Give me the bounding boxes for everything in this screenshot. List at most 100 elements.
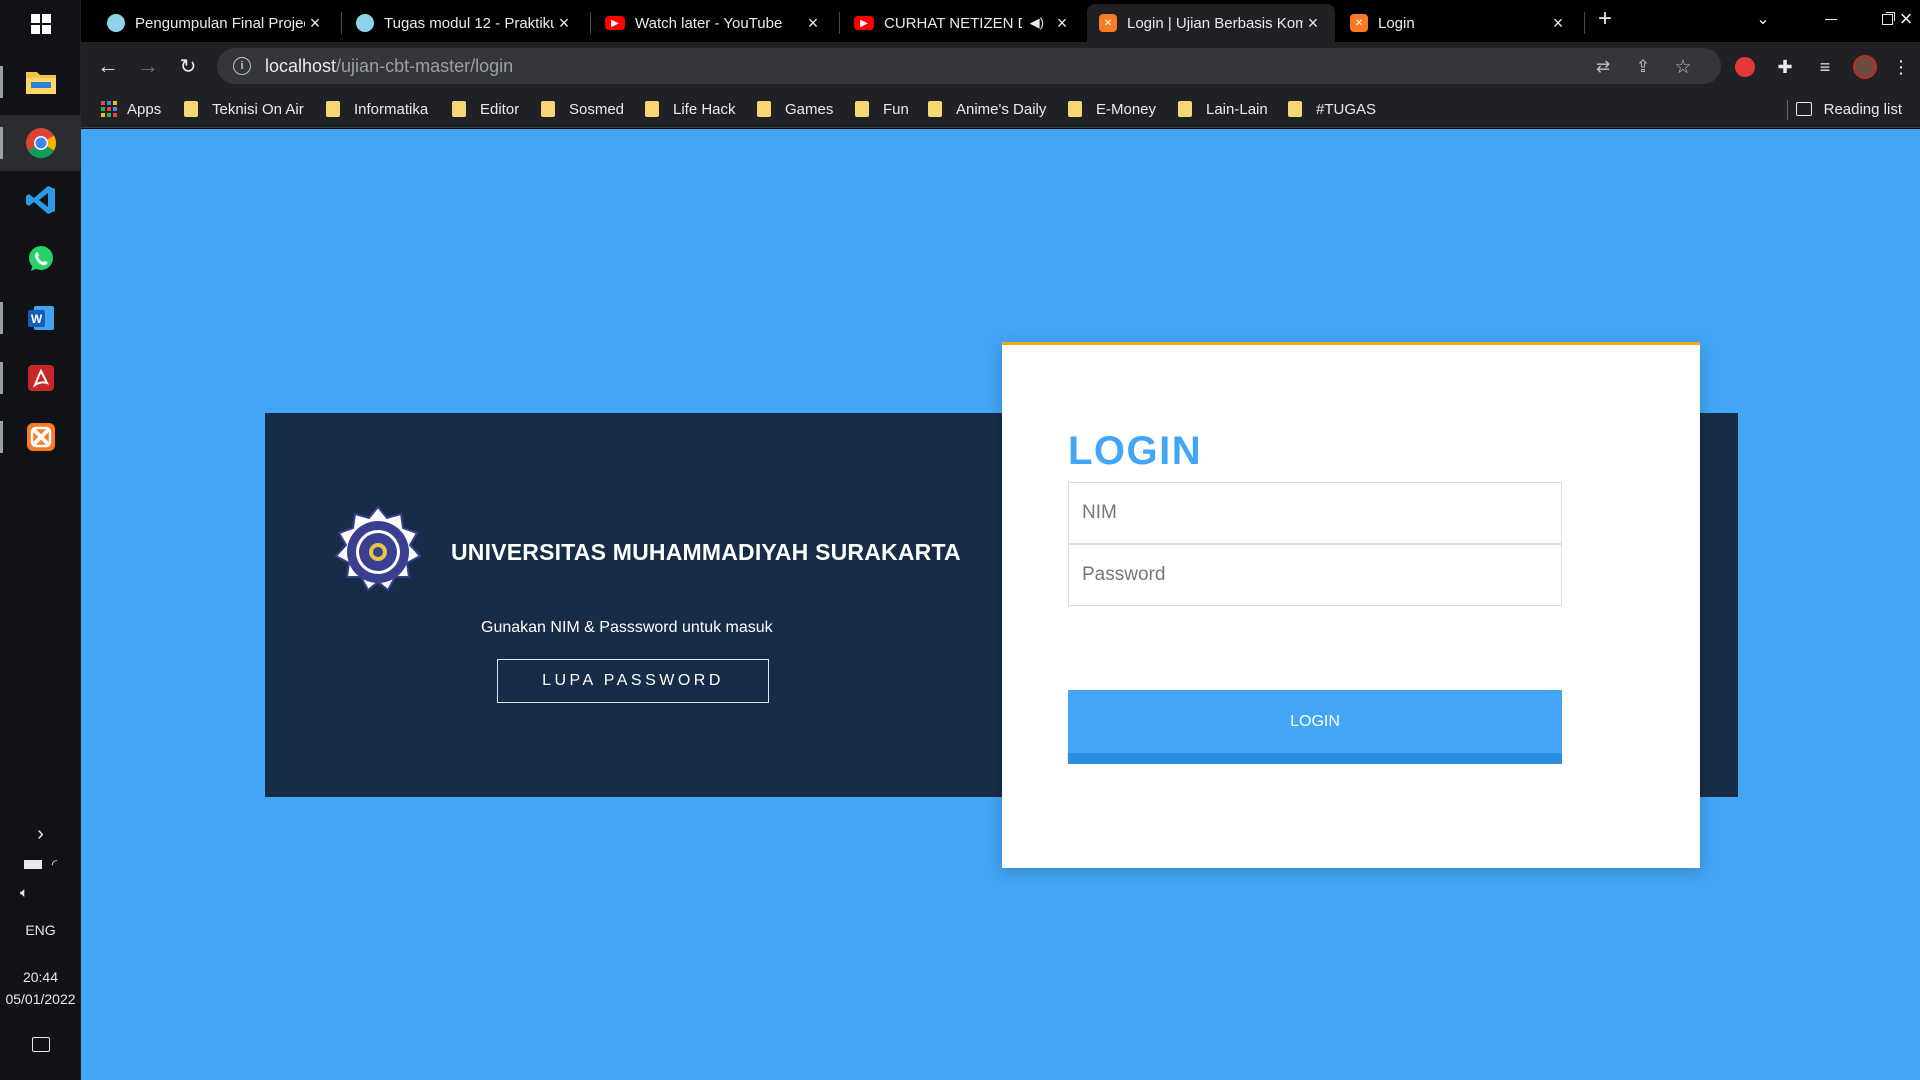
password-input[interactable]: [1068, 544, 1562, 606]
taskbar-file-explorer[interactable]: [0, 54, 81, 110]
close-icon[interactable]: ×: [803, 13, 823, 34]
forward-button[interactable]: →: [132, 50, 164, 82]
notification-icon: [31, 1036, 50, 1052]
tab-title: Pengumpulan Final Projec: [135, 14, 305, 32]
minimize-button[interactable]: [1803, 0, 1859, 38]
wifi-icon: ◜: [51, 855, 58, 872]
taskbar-acrobat[interactable]: [0, 350, 81, 406]
login-submit-button[interactable]: LOGIN: [1068, 690, 1562, 764]
bookmark-label: E-Money: [1096, 100, 1157, 118]
tab-title: Tugas modul 12 - Praktiku: [384, 14, 554, 32]
bookmark-folder-life-hack[interactable]: Life Hack: [645, 96, 736, 122]
tab-curhat-netizen[interactable]: ▶ CURHAT NETIZEN DI ◀) ×: [842, 4, 1084, 42]
bookmark-label: Teknisi On Air: [212, 100, 304, 118]
bookmark-folder-games[interactable]: Games: [757, 96, 833, 122]
reload-button[interactable]: ↻: [172, 50, 204, 82]
show-hidden-icons-button[interactable]: ›: [0, 820, 81, 848]
bookmark-star-button[interactable]: ☆: [1672, 56, 1694, 78]
extensions-button[interactable]: ✚: [1773, 55, 1797, 79]
bookmark-folder-lain-lain[interactable]: Lain-Lain: [1178, 96, 1268, 122]
tab-title: Login: [1378, 14, 1415, 32]
bookmarks-divider: [1787, 100, 1788, 120]
bookmark-folder-sosmed[interactable]: Sosmed: [541, 96, 624, 122]
media-controls-button[interactable]: ≡: [1813, 55, 1837, 79]
minimize-icon: [1825, 18, 1837, 20]
close-icon[interactable]: ×: [1052, 13, 1072, 34]
folder-icon: [184, 101, 198, 117]
bookmark-folder-e-money[interactable]: E-Money: [1068, 96, 1156, 122]
tab-watch-later[interactable]: ▶ Watch later - YouTube ×: [593, 4, 835, 42]
login-card: LOGIN LOGIN: [1002, 342, 1700, 868]
tab-separator: [839, 12, 840, 34]
chevron-right-icon: ›: [37, 822, 44, 845]
tab-title: Watch later - YouTube: [635, 14, 783, 32]
youtube-icon: ▶: [605, 16, 625, 30]
reading-list-icon: [1795, 102, 1812, 116]
tab-search-button[interactable]: ⌄: [1743, 0, 1783, 38]
taskbar-vscode[interactable]: [0, 172, 81, 228]
reading-list-button[interactable]: Reading list: [1795, 96, 1902, 122]
bookmark-folder-teknisi-on-air[interactable]: Teknisi On Air: [184, 96, 304, 122]
whatsapp-icon: [28, 246, 53, 271]
word-icon: W: [27, 306, 54, 330]
bookmark-folder-editor[interactable]: Editor: [452, 96, 519, 122]
share-button[interactable]: ⇪: [1632, 56, 1654, 78]
forgot-password-button[interactable]: LUPA PASSWORD: [497, 659, 769, 703]
bookmarks-bar: Apps Teknisi On Air Informatika Editor S…: [81, 90, 1920, 128]
site-info-icon[interactable]: i: [233, 57, 251, 75]
more-vert-icon: ⋮: [1892, 56, 1910, 77]
close-icon[interactable]: ×: [305, 13, 325, 34]
bookmark-folder-animes-daily[interactable]: Anime's Daily: [928, 96, 1046, 122]
nim-input[interactable]: [1068, 482, 1562, 544]
star-icon: ☆: [1674, 56, 1692, 78]
back-button[interactable]: ←: [92, 50, 124, 82]
close-icon[interactable]: ×: [1303, 13, 1323, 34]
bookmark-label: Sosmed: [569, 100, 625, 118]
bookmark-label: Games: [785, 100, 834, 118]
page-content: UNIVERSITAS MUHAMMADIYAH SURAKARTA Gunak…: [81, 129, 1920, 1080]
tab-pengumpulan[interactable]: Pengumpulan Final Projec ×: [95, 4, 337, 42]
new-tab-button[interactable]: +: [1585, 0, 1625, 38]
bookmark-folder-informatika[interactable]: Informatika: [326, 96, 428, 122]
taskbar-word[interactable]: W: [0, 290, 81, 346]
windows-logo-icon: [30, 14, 51, 34]
audio-playing-icon[interactable]: ◀): [1030, 15, 1044, 31]
notifications-button[interactable]: [0, 1030, 81, 1058]
taskbar-chrome[interactable]: [0, 115, 81, 171]
tab-tugas-modul[interactable]: Tugas modul 12 - Praktiku ×: [344, 4, 586, 42]
xampp-icon: ✕: [1350, 14, 1368, 32]
close-window-button[interactable]: ×: [1891, 0, 1920, 38]
share-icon: ⇪: [1635, 57, 1651, 76]
tab-login-ujian[interactable]: ✕ Login | Ujian Berbasis Kom ×: [1087, 4, 1335, 42]
close-icon[interactable]: ×: [554, 13, 574, 34]
tray-status-icons[interactable]: ◜: [0, 850, 81, 878]
globe-icon: [107, 14, 125, 32]
language-indicator[interactable]: ENG: [0, 916, 81, 944]
profile-button[interactable]: [1853, 55, 1877, 79]
taskbar-whatsapp[interactable]: [0, 231, 81, 287]
bookmark-folder-tugas[interactable]: #TUGAS: [1288, 96, 1376, 122]
bookmark-folder-fun[interactable]: Fun: [855, 96, 909, 122]
extension-red-button[interactable]: [1733, 55, 1757, 79]
reading-list-label: Reading list: [1823, 100, 1902, 118]
translate-icon: ⇄: [1595, 57, 1611, 76]
windows-start-button[interactable]: [0, 0, 81, 48]
taskbar-xampp[interactable]: [0, 409, 81, 465]
tab-login[interactable]: ✕ Login ×: [1338, 4, 1580, 42]
apps-grid-icon: [101, 101, 117, 117]
folder-icon: [326, 101, 340, 117]
bookmark-apps[interactable]: Apps: [101, 96, 161, 122]
tab-separator: [590, 12, 591, 34]
close-icon[interactable]: ×: [1548, 13, 1568, 34]
folder-icon: [645, 101, 659, 117]
chrome-menu-button[interactable]: ⋮: [1889, 55, 1913, 79]
clock[interactable]: 20:44 05/01/2022: [0, 966, 81, 1010]
folder-icon: [928, 101, 942, 117]
running-indicator: [0, 127, 3, 159]
volume-button[interactable]: 🔈︎: [0, 878, 81, 906]
tab-title: CURHAT NETIZEN DI: [884, 14, 1022, 32]
address-bar[interactable]: i localhost/ujian-cbt-master/login: [217, 48, 1721, 84]
translate-button[interactable]: ⇄: [1592, 56, 1614, 78]
windows-taskbar: W › ◜ 🔈︎ ENG 20:44 05/01/2022: [0, 0, 81, 1080]
chrome-icon: [25, 128, 56, 159]
